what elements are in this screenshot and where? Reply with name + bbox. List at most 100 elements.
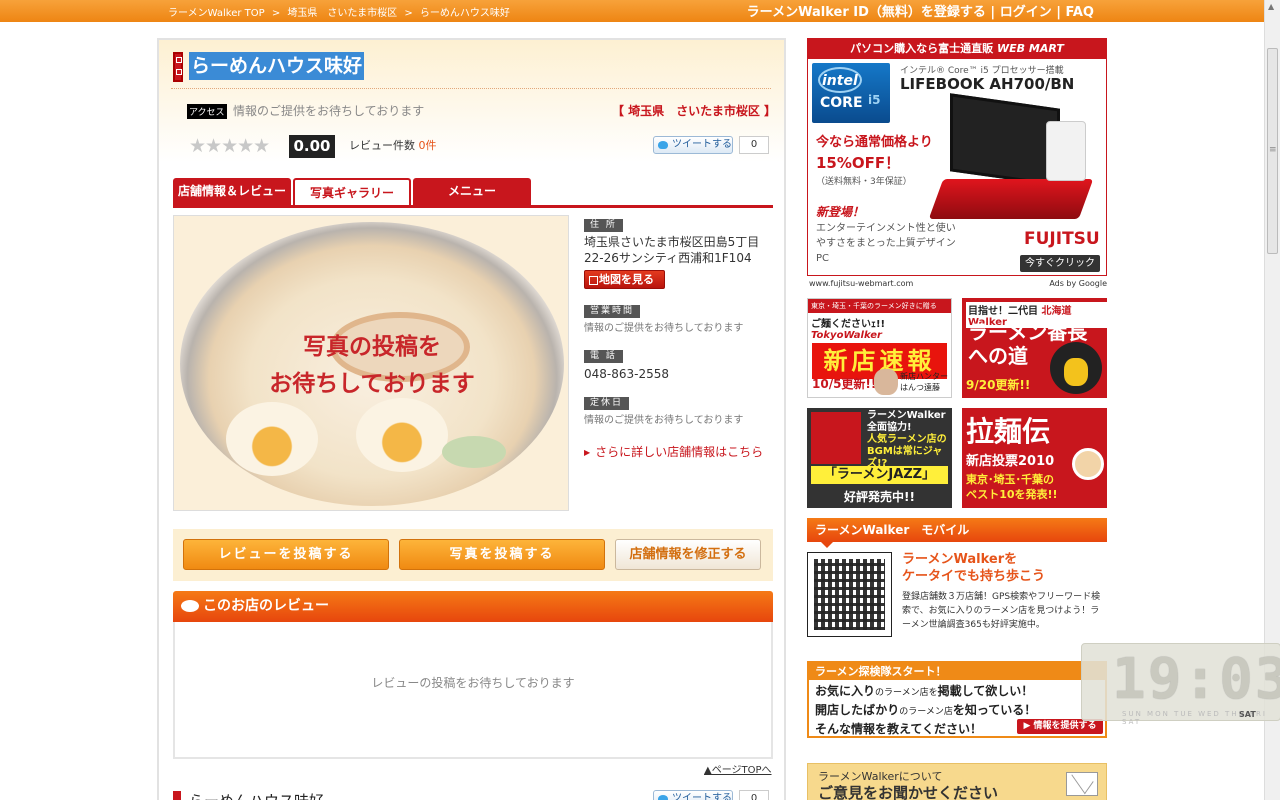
photo-placeholder-message: 写真の投稿を お待ちしております (174, 329, 568, 403)
page-top-link[interactable]: ▲ページTOPへ (704, 761, 772, 776)
egg-image (356, 398, 448, 472)
ad-url[interactable]: www.fujitsu-webmart.com (809, 279, 913, 288)
tab-menu[interactable]: メニュー (413, 178, 531, 205)
holiday-label: 定休日 (584, 397, 630, 410)
view-map-button[interactable]: 地図を見る (584, 270, 665, 289)
explorer-line2: 開店したばかりのラーメン店を知っている！ (815, 702, 1036, 721)
scroll-up-arrow-icon[interactable]: ▲ (1268, 2, 1274, 11)
explorer-line1a: お気に入り (815, 684, 876, 698)
top-bar: ラーメンWalker TOP > 埼玉県 さいたま市桜区 > らーめんハウス味好… (0, 0, 1264, 22)
rating-score: 0.00 (289, 135, 335, 158)
feedback-banner[interactable]: ラーメンWalkerについて ご意見をお聞かせください (807, 763, 1107, 800)
banner4-desc-line2: ベスト10を発表!! (966, 488, 1058, 501)
tweet-count: 0 (739, 790, 769, 800)
laptop-screen (950, 93, 1060, 187)
title-divider (171, 88, 771, 89)
banner3-line2: 全面協力! (867, 422, 912, 433)
banner3-title: 「ラーメンJAZZ」 (811, 466, 948, 484)
ad-offer-line2: 15%OFF！ (816, 154, 901, 172)
speech-bubble-icon (181, 600, 199, 612)
ramen-jazz-banner[interactable]: ラーメンWalker 全面協力! 人気ラーメン店の BGMは常にジャズ!? 「ラ… (807, 408, 952, 508)
phone-label: 電 話 (584, 350, 623, 363)
ad-click-button[interactable]: 今すぐクリック ▶ (1020, 255, 1100, 272)
clock-weekdays: SUN MON TUE WED THU FRI SAT (1122, 710, 1267, 726)
holiday-value: 情報のご提供をお待ちしております (584, 415, 744, 426)
post-photo-button[interactable]: 写真を投稿する (399, 539, 605, 570)
explorer-line1b: のラーメン店を (875, 688, 938, 698)
fujitsu-ad-banner[interactable]: パソコン購入なら富士通直販 WEB MART intel CORE i5 インテ… (807, 38, 1107, 276)
ad-free-shipping: （送料無料・3年保証） (816, 177, 912, 187)
clock-day: SAT (1239, 710, 1256, 719)
ramen-explorer-banner[interactable]: ラーメン探検隊スタート！ お気に入りのラーメン店を掲載して欲しい！ 開店したばか… (807, 661, 1107, 738)
breadcrumb: ラーメンWalker TOP > 埼玉県 さいたま市桜区 > らーめんハウス味好 (168, 4, 514, 19)
explorer-header: ラーメン探検隊スタート！ (809, 663, 1105, 680)
review-count: レビュー件数 0件 (349, 137, 437, 153)
address-line2: 22-26サンシティ西浦和1F104 (584, 251, 752, 265)
ramen-banchou-banner[interactable]: 目指せ！二代目 北海道Walker ラーメン番長 への道 9/20更新!! (962, 298, 1107, 398)
photo-message-line2: お待ちしております (269, 371, 475, 397)
laptop-image (928, 93, 1096, 221)
banner1-date: 10/5更新!! (812, 377, 877, 391)
review-count-value[interactable]: 0件 (419, 139, 437, 152)
banner3-line1: ラーメンWalker (867, 410, 946, 421)
qr-code-pattern (814, 559, 885, 630)
banner1-brand: TokyoWalker (811, 330, 882, 341)
photo-message-line1: 写真の投稿を (303, 334, 441, 360)
edit-shop-info-button[interactable]: 店舗情報を修正する (615, 539, 761, 570)
post-review-button[interactable]: レビューを投稿する (183, 539, 389, 570)
banner1-sub-text: ご麺くださいｪ!! (811, 319, 886, 330)
explorer-line2b: のラーメン店 (899, 707, 953, 717)
mobile-description: 登録店舗数３万店舗！GPS検索やフリーワード検索で、お気に入りのラーメン店を見つ… (902, 592, 1101, 630)
hunter-avatar (874, 369, 898, 395)
breadcrumb-sep: > (271, 8, 281, 19)
banner2-main-line1: ラーメン番長 (968, 320, 1088, 344)
tweet-button[interactable]: ツイートする (653, 136, 733, 154)
desktop-clock-gadget: 19:03 SUN MON TUE WED THU FRI SAT SAT (1081, 643, 1280, 726)
ad-description: エンターテインメント性と使いやすさをまとった上質デザインPC (816, 223, 956, 264)
hours-label: 営業時間 (584, 305, 641, 318)
access-label: アクセス (187, 104, 227, 119)
tweet-button[interactable]: ツイートする (653, 790, 733, 800)
banner1-top: 東京・埼玉・千葉のラーメン好きに贈る (808, 299, 951, 313)
new-shop-news-banner[interactable]: 東京・埼玉・千葉のラーメン好きに贈る ご麺くださいｪ!! TokyoWalker… (807, 298, 952, 398)
banner3-sale: 好評発売中!! (844, 490, 915, 504)
more-shop-info-link[interactable]: さらに詳しい店舗情報はこちら (584, 443, 763, 460)
explorer-line1: お気に入りのラーメン店を掲載して欲しい！ (815, 683, 1036, 702)
explorer-line3: そんな情報を教えてください！ (815, 722, 983, 736)
ads-by-google[interactable]: Ads by Google (1049, 279, 1107, 288)
banner4-desc: 東京･埼玉･千葉の ベスト10を発表!! (966, 472, 1058, 502)
ad-header-text: パソコン購入なら富士通直販 (850, 42, 994, 55)
explorer-line1c: 掲載して欲しい！ (937, 684, 1034, 698)
tab-shop-info-review[interactable]: 店舗情報＆レビュー (173, 178, 291, 205)
account-links[interactable]: ラーメンWalker ID（無料）を登録する | ログイン | FAQ (747, 1, 1094, 20)
address-label: 住 所 (584, 219, 623, 232)
ramen-bowl-icon (1072, 448, 1104, 480)
reviews-box: レビューの投稿をお待ちしております (173, 622, 773, 759)
breadcrumb-top-link[interactable]: ラーメンWalker TOP (168, 8, 265, 19)
area-link[interactable]: 【 埼玉県 さいたま市桜区 】 (612, 102, 776, 119)
explorer-body: お気に入りのラーメン店を掲載して欲しい！ 開店したばかりのラーメン店を知っている… (815, 683, 1036, 738)
banner4-sub: 新店投票2010 (966, 454, 1055, 469)
shop-photo-placeholder: 写真の投稿を お待ちしております (173, 215, 569, 511)
ramenden-banner[interactable]: 拉麺伝 新店投票2010 東京･埼玉･千葉の ベスト10を発表!! (962, 408, 1107, 508)
banner4-desc-line1: 東京･埼玉･千葉の (966, 473, 1054, 486)
mobile-title[interactable]: ラーメンWalkerを ケータイでも持ち歩こう (902, 551, 1045, 585)
tweet-count: 0 (739, 136, 769, 154)
breadcrumb-current: らーめんハウス味好 (419, 8, 510, 19)
ad-brand: WEB MART (997, 42, 1064, 55)
banner3-lines: ラーメンWalker 全面協力! 人気ラーメン店の BGMは常にジャズ!? (867, 410, 952, 470)
access-text: 情報のご提供をお待ちしております (233, 104, 425, 118)
rating-stars: ★★★★★ (189, 135, 270, 157)
hours-value: 情報のご提供をお待ちしております (584, 323, 744, 334)
intel-logo: intel CORE i5 (812, 63, 890, 123)
mobile-title-line1: ラーメンWalkerを (902, 552, 1018, 567)
qr-code (807, 552, 892, 637)
banner2-date: 9/20更新!! (966, 378, 1031, 392)
scrollbar-thumb[interactable]: ≡ (1267, 48, 1278, 254)
tab-photo-gallery[interactable]: 写真ギャラリー (293, 178, 411, 205)
reviews-empty-message: レビューの投稿をお待ちしております (371, 676, 575, 690)
feedback-line2: ご意見をお聞かせください (818, 784, 999, 800)
ad-new: 新登場！ (816, 205, 865, 219)
breadcrumb-area-link[interactable]: 埼玉県 さいたま市桜区 (287, 8, 397, 19)
provide-info-button[interactable]: ▶ 情報を提供する (1017, 719, 1103, 734)
